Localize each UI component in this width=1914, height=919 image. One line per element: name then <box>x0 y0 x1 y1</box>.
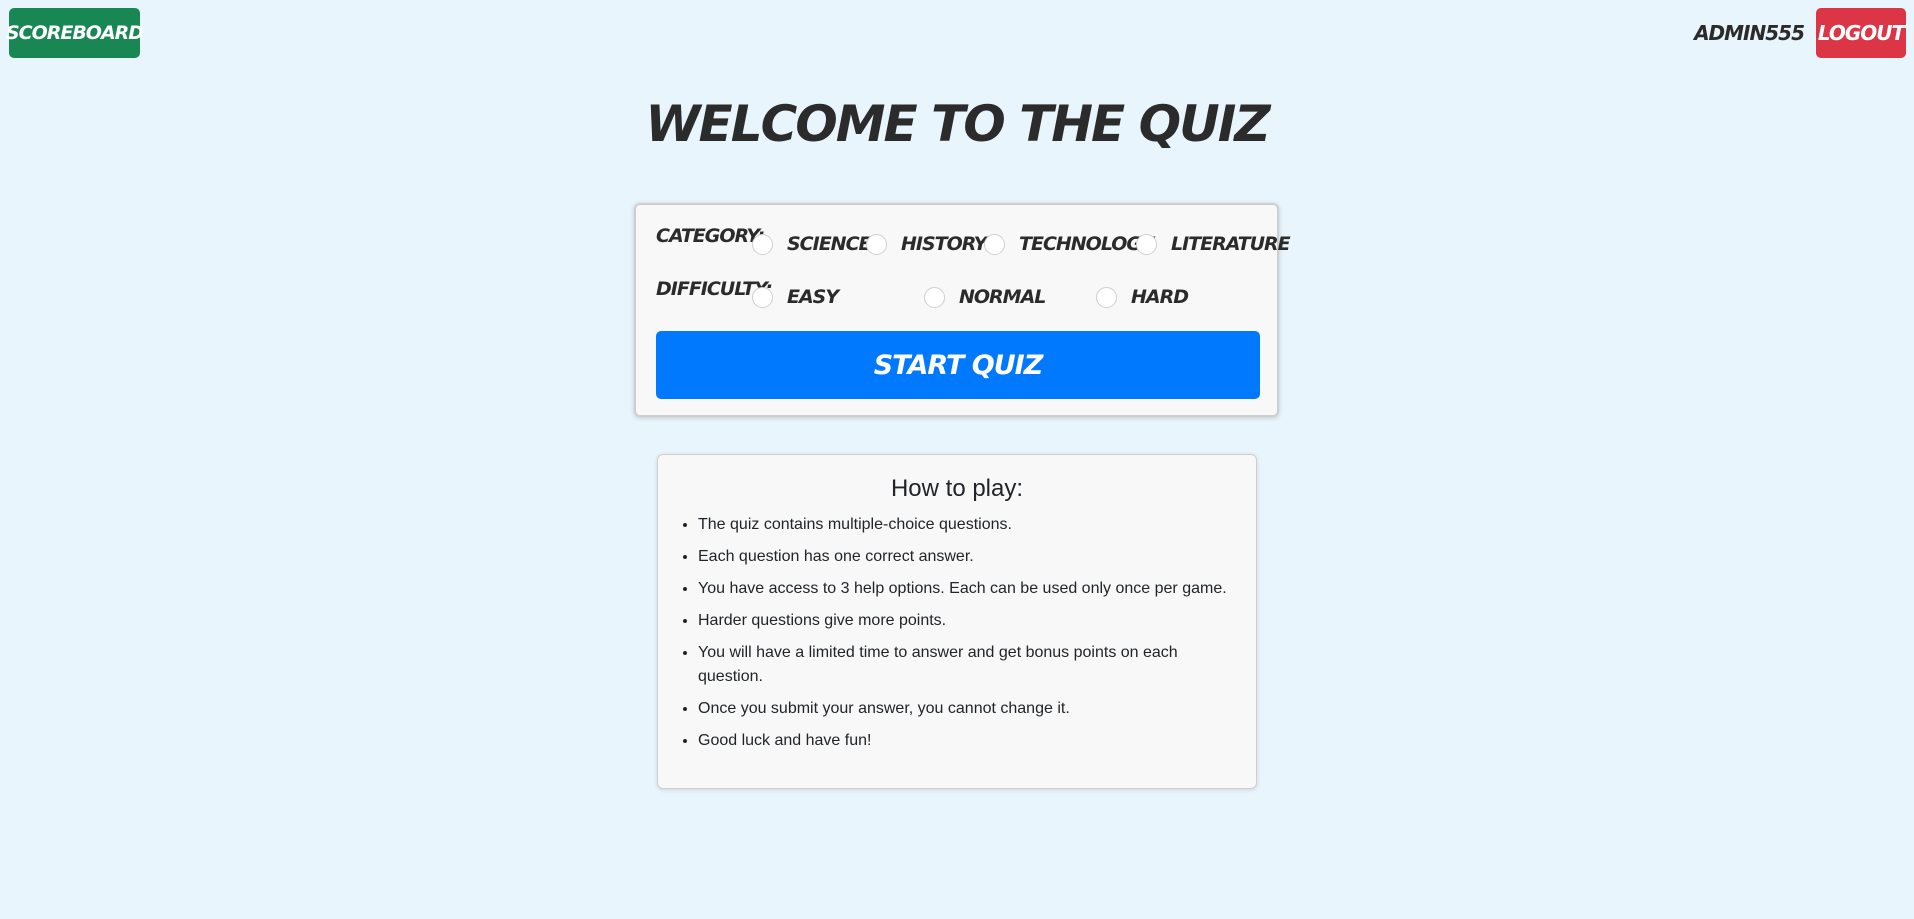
option-label: HARD <box>1131 286 1189 308</box>
logout-button[interactable]: LOGOUT <box>1816 8 1906 58</box>
difficulty-option-easy[interactable]: EASY <box>752 284 839 310</box>
page-title: WELCOME TO THE QUIZ <box>645 95 1270 153</box>
rules-list: The quiz contains multiple-choice questi… <box>698 513 1236 761</box>
option-label: EASY <box>787 286 839 308</box>
category-label: CATEGORY: <box>656 225 765 247</box>
radio-button[interactable] <box>1136 233 1157 255</box>
option-label: NORMAL <box>959 286 1046 308</box>
radio-button[interactable] <box>1096 286 1117 308</box>
option-label: LITERATURE <box>1171 233 1291 255</box>
list-item: Each question has one correct answer. <box>698 545 1236 569</box>
category-option-history[interactable]: HISTORY <box>866 231 987 257</box>
category-option-technology[interactable]: TECHNOLOGY <box>984 231 1154 257</box>
option-label: SCIENCE <box>787 233 872 255</box>
category-option-literature[interactable]: LITERATURE <box>1136 231 1291 257</box>
username-label: ADMIN555 <box>1694 21 1805 45</box>
radio-button[interactable] <box>752 233 773 255</box>
quiz-settings-card: CATEGORY: SCIENCE HISTORY TECHNOLOGY LIT… <box>634 203 1291 417</box>
list-item: Harder questions give more points. <box>698 609 1236 633</box>
list-item: You will have a limited time to answer a… <box>698 641 1236 689</box>
how-to-play-card: How to play: The quiz contains multiple-… <box>657 454 1257 789</box>
scoreboard-button[interactable]: SCOREBOARD <box>6 8 144 58</box>
difficulty-option-hard[interactable]: HARD <box>1096 284 1189 310</box>
list-item: You have access to 3 help options. Each … <box>698 577 1236 601</box>
list-item: Good luck and have fun! <box>698 729 1236 753</box>
list-item: The quiz contains multiple-choice questi… <box>698 513 1236 537</box>
category-row: CATEGORY: SCIENCE HISTORY TECHNOLOGY LIT… <box>656 225 1291 261</box>
option-label: HISTORY <box>901 233 987 255</box>
option-label: TECHNOLOGY <box>1019 233 1154 255</box>
difficulty-option-normal[interactable]: NORMAL <box>924 284 1046 310</box>
difficulty-row: DIFFICULTY: EASY NORMAL HARD <box>656 278 1277 314</box>
list-item: Once you submit your answer, you cannot … <box>698 697 1236 721</box>
how-to-play-title: How to play: <box>890 475 1024 502</box>
category-option-science[interactable]: SCIENCE <box>752 231 872 257</box>
radio-button[interactable] <box>924 286 945 308</box>
radio-button[interactable] <box>752 286 773 308</box>
start-quiz-button[interactable]: START QUIZ <box>656 331 1260 399</box>
radio-button[interactable] <box>866 233 887 255</box>
radio-button[interactable] <box>984 233 1005 255</box>
